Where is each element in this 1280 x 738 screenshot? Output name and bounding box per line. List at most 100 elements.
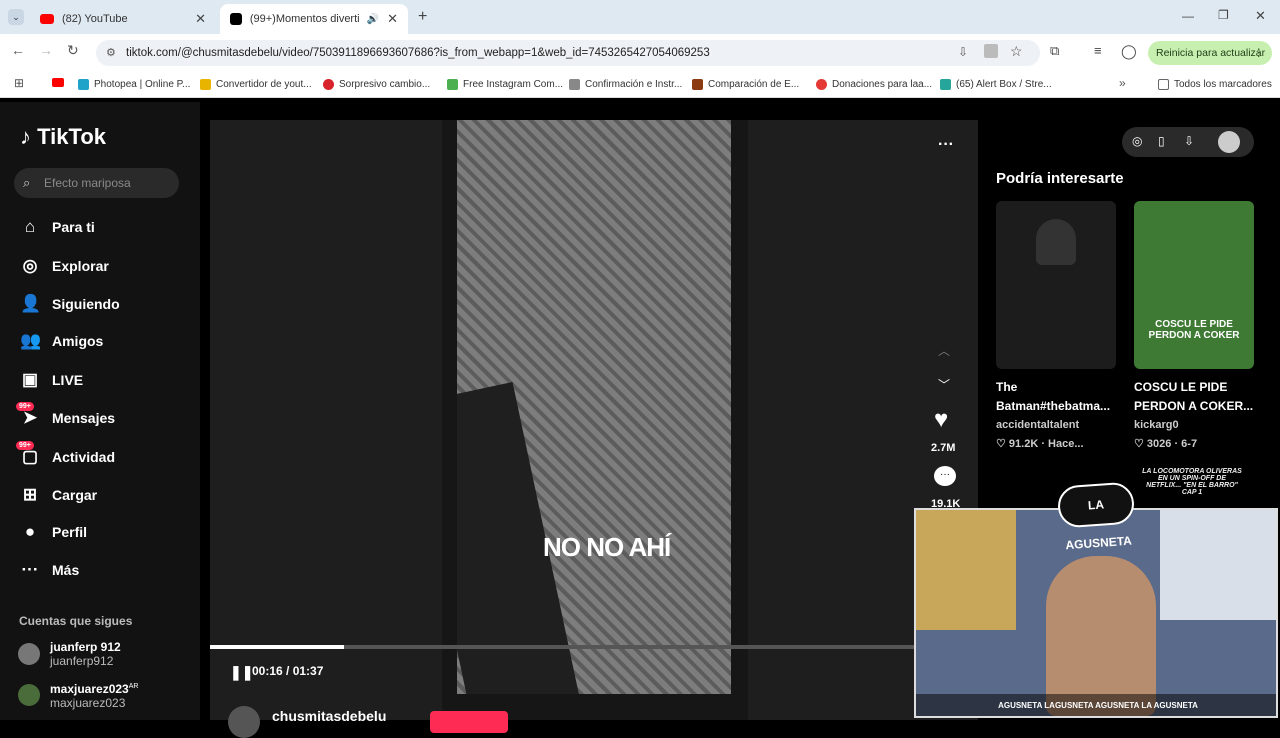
following-account[interactable]: maxjuarez023AR maxjuarez023 <box>18 680 138 710</box>
nav-para-ti[interactable]: ⌂ Para ti <box>20 215 95 239</box>
card-author: kickarg0 <box>1134 419 1179 431</box>
update-button[interactable]: Reinicia para actualizar ⋮ <box>1148 41 1272 65</box>
back-icon[interactable]: ← <box>11 42 25 58</box>
address-bar[interactable]: ⚙ tiktok.com/@chusmitasdebelu/video/7503… <box>96 40 1040 66</box>
close-tab-icon[interactable]: ✕ <box>387 11 398 27</box>
forward-icon[interactable]: → <box>39 42 53 58</box>
batman-silhouette <box>1036 219 1076 265</box>
comment-icon[interactable]: ··· <box>934 466 956 486</box>
live-icon: ▣ <box>21 370 39 389</box>
bookmark-label: Free Instagram Com... <box>463 78 564 90</box>
more-options-icon[interactable]: ··· <box>938 136 954 154</box>
nav-label: Más <box>52 562 80 578</box>
nav-siguiendo[interactable]: 👤 Siguiendo <box>20 292 120 316</box>
following-account[interactable]: juanferp 912 juanferp912 <box>18 640 121 668</box>
nav-label: Para ti <box>52 219 95 235</box>
media-icon[interactable]: ≡ <box>1094 43 1102 58</box>
bookmark-label: Convertidor de yout... <box>216 78 312 90</box>
bookmark-item[interactable]: Free Instagram Com... <box>447 76 563 92</box>
streamer <box>1046 556 1156 716</box>
nav-label: Mensajes <box>52 410 116 426</box>
nav-label: Amigos <box>52 333 104 349</box>
youtube-bookmark-icon[interactable] <box>52 78 64 87</box>
search-icon: ⌕ <box>23 175 31 190</box>
minimize-icon[interactable]: — <box>1182 9 1194 23</box>
friends-icon: 👥 <box>20 331 42 350</box>
suggestion-thumbnail[interactable] <box>996 201 1116 369</box>
tab-youtube[interactable]: (82) YouTube ✕ <box>30 4 216 34</box>
search-input[interactable]: ⌕ Efecto mariposa <box>14 168 179 198</box>
profile-icon[interactable]: ◯ <box>1121 43 1137 60</box>
messages-icon: ➤ 99+ <box>16 402 40 428</box>
more-bookmarks-icon[interactable]: » <box>1119 76 1126 90</box>
suggestion-card[interactable]: The Batman#thebatma... accidentaltalent ♡ … <box>996 378 1116 454</box>
pause-icon[interactable]: ❚❚ <box>230 664 253 681</box>
explore-icon[interactable]: ◎ <box>1132 134 1142 148</box>
follow-button[interactable] <box>430 711 508 733</box>
close-window-icon[interactable]: ✕ <box>1255 8 1266 24</box>
all-bookmarks[interactable]: Todos los marcadores <box>1158 76 1272 92</box>
suggestion-thumbnail[interactable]: COSCU LE PIDE PERDON A COKER <box>1134 201 1254 369</box>
bookmark-item[interactable]: Photopea | Online P... <box>78 76 190 92</box>
site-info-icon[interactable]: ⚙ <box>106 40 116 66</box>
new-tab-icon[interactable]: + <box>418 8 427 26</box>
suggestion-card[interactable]: COSCU LE PIDE PERDON A COKER... kickarg0 ♡… <box>1134 378 1254 454</box>
upload-icon: ⊞ <box>22 485 38 504</box>
video-blur-left <box>210 120 442 720</box>
nav-live[interactable]: ▣ LIVE <box>20 368 83 392</box>
bookmark-item[interactable]: Sorpresivo cambio... <box>323 76 430 92</box>
nav-cargar[interactable]: ⊞ Cargar <box>20 483 97 507</box>
bookmark-star-icon[interactable]: ☆ <box>1010 43 1023 60</box>
compass-icon: ◎ <box>22 256 38 275</box>
device-icon[interactable]: ▯ <box>1158 134 1165 148</box>
tiktok-logo[interactable]: ♪ TikTok <box>20 124 106 150</box>
card-title: The Batman#thebatma... <box>996 380 1111 413</box>
messages-badge: 99+ <box>16 402 34 411</box>
close-tab-icon[interactable]: ✕ <box>195 11 206 27</box>
tab-title: (99+)Momentos divertidos <box>249 13 359 25</box>
bookmark-label: Photopea | Online P... <box>94 78 191 90</box>
youtube-icon <box>40 14 54 24</box>
bookmark-item[interactable]: (65) Alert Box / Stre... <box>940 76 1052 92</box>
download-icon[interactable]: ⇩ <box>1184 134 1194 148</box>
country-flag: AR <box>128 683 139 690</box>
install-icon[interactable]: ⇩ <box>958 45 968 59</box>
bookmark-item[interactable]: Confirmación e Instr... <box>569 76 682 92</box>
nav-perfil[interactable]: ● Perfil <box>20 520 87 544</box>
apps-grid-icon[interactable]: ⊞ <box>14 76 24 90</box>
card-title: COSCU LE PIDE PERDON A COKER... <box>1134 380 1254 413</box>
tab-search-icon[interactable]: ⌄ <box>8 9 24 25</box>
reload-icon[interactable]: ↻ <box>67 42 79 59</box>
extensions-icon[interactable]: ⧉ <box>1050 43 1059 59</box>
tiktok-note-icon: ♪ <box>20 124 31 149</box>
account-handle: maxjuarez023 <box>50 696 126 710</box>
social-handles: AGUSNETA LAGUSNETA AGUSNETA LA AGUSNETA <box>916 694 1276 716</box>
nav-amigos[interactable]: 👥 Amigos <box>20 329 103 353</box>
author-avatar[interactable] <box>228 706 260 738</box>
nav-actividad[interactable]: ▢ 99+ Actividad <box>16 441 115 469</box>
restore-icon[interactable]: ❐ <box>1218 8 1229 22</box>
like-count: 2.7M <box>931 442 956 454</box>
bookmark-item[interactable]: Convertidor de yout... <box>200 76 312 92</box>
card-stats: ♡ 91.2K · Hace... <box>996 438 1084 450</box>
translate-icon[interactable] <box>984 44 998 58</box>
tab-tiktok[interactable]: (99+)Momentos divertidos 🔊 ✕ <box>220 4 408 34</box>
bookmark-label: Confirmación e Instr... <box>585 78 683 90</box>
poster-left <box>916 510 1016 630</box>
avatar[interactable] <box>1218 131 1240 153</box>
video-player[interactable] <box>457 120 731 694</box>
poster-right <box>1160 510 1276 620</box>
bookmark-item[interactable]: Comparación de E... <box>692 76 799 92</box>
nav-mensajes[interactable]: ➤ 99+ Mensajes <box>16 402 116 430</box>
author-name[interactable]: chusmitasdebelu <box>272 708 386 724</box>
suggestions-title: Podría interesarte <box>996 170 1124 187</box>
nav-label: Siguiendo <box>52 296 120 312</box>
heart-icon[interactable]: ♥ <box>934 406 948 434</box>
tiktok-icon <box>230 13 242 25</box>
caption-text: NO NO AHÍ <box>543 532 671 562</box>
bookmark-item[interactable]: Donaciones para laa... <box>816 76 932 92</box>
next-video-icon[interactable]: ﹀ <box>938 376 950 393</box>
previous-video-icon[interactable]: ︿ <box>938 342 950 359</box>
nav-mas[interactable]: ··· Más <box>20 558 80 582</box>
nav-explorar[interactable]: ◎ Explorar <box>20 254 109 278</box>
